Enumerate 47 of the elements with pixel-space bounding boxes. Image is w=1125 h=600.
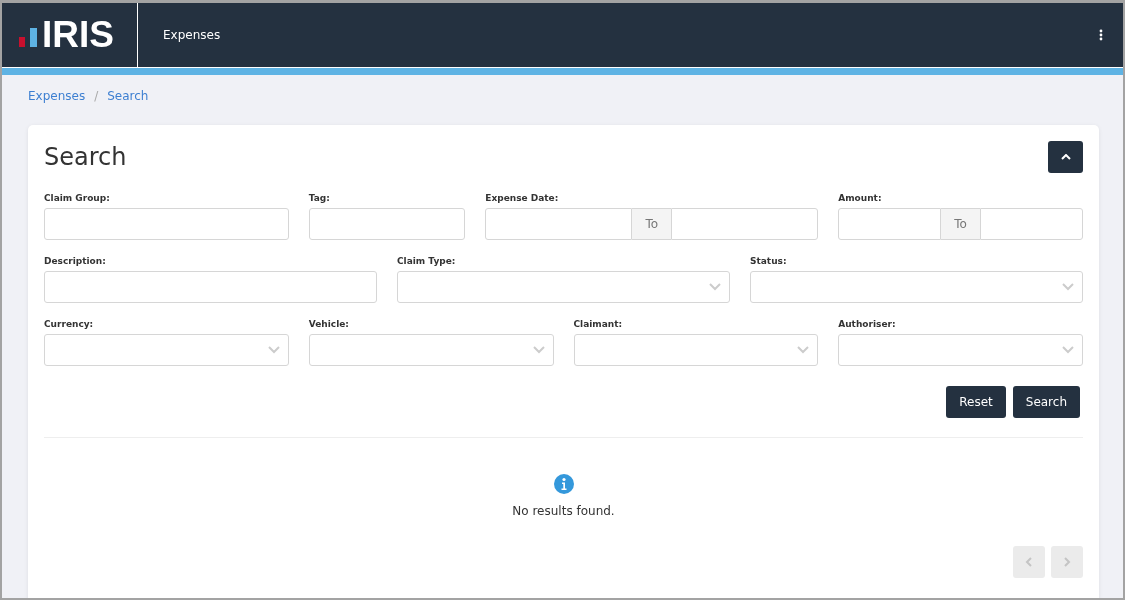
range-separator: To	[941, 208, 981, 240]
reset-button[interactable]: Reset	[946, 386, 1006, 418]
field-label: Claim Type:	[397, 256, 457, 266]
panel-title: Search	[44, 143, 127, 171]
dropdown-field[interactable]	[750, 271, 1083, 303]
breadcrumb-link[interactable]: Search	[107, 89, 149, 103]
range-separator: To	[632, 208, 672, 240]
field-label: Authoriser:	[838, 319, 897, 329]
dropdown-field[interactable]	[397, 271, 730, 303]
field-label: Claim Group:	[44, 193, 111, 203]
dropdown-field[interactable]	[838, 334, 1083, 366]
chevron-up-icon	[1060, 154, 1071, 160]
field-label: Vehicle:	[308, 319, 350, 329]
breadcrumb-separator: /	[94, 89, 99, 103]
range-to-field[interactable]	[671, 208, 819, 240]
dropdown-field[interactable]	[44, 334, 289, 366]
empty-message: No results found.	[512, 504, 615, 518]
dropdown-field[interactable]	[308, 334, 554, 366]
chevron-left-icon	[1025, 557, 1033, 567]
range-from-field[interactable]	[485, 208, 633, 240]
dropdown-field[interactable]	[573, 334, 819, 366]
field-label: Amount:	[838, 193, 883, 203]
range-from-field[interactable]	[838, 208, 942, 240]
range-to-field[interactable]	[980, 208, 1083, 240]
field-label: Tag:	[308, 193, 331, 203]
app-title: Expenses	[163, 28, 221, 42]
info-icon	[553, 474, 574, 494]
collapse-button[interactable]	[1048, 141, 1083, 173]
chevron-down-icon	[267, 346, 280, 354]
chevron-down-icon	[532, 346, 545, 354]
chevron-down-icon	[709, 283, 721, 291]
logo-text: IRIS	[42, 14, 114, 56]
search-button[interactable]: Search	[1012, 386, 1080, 418]
text-field[interactable]	[44, 208, 289, 240]
text-field[interactable]	[308, 208, 466, 240]
chevron-down-icon	[1062, 283, 1074, 291]
kebab-menu-icon	[1099, 29, 1103, 41]
chevron-down-icon	[1062, 346, 1074, 354]
field-label: Expense Date:	[485, 193, 560, 203]
chevron-down-icon	[797, 346, 810, 354]
text-field[interactable]	[44, 271, 377, 303]
field-label: Currency:	[44, 319, 95, 329]
field-label: Claimant:	[573, 319, 624, 329]
chevron-right-icon	[1063, 557, 1071, 567]
breadcrumb-link[interactable]: Expenses	[28, 89, 86, 103]
field-label: Description:	[44, 256, 107, 266]
field-label: Status:	[750, 256, 788, 266]
